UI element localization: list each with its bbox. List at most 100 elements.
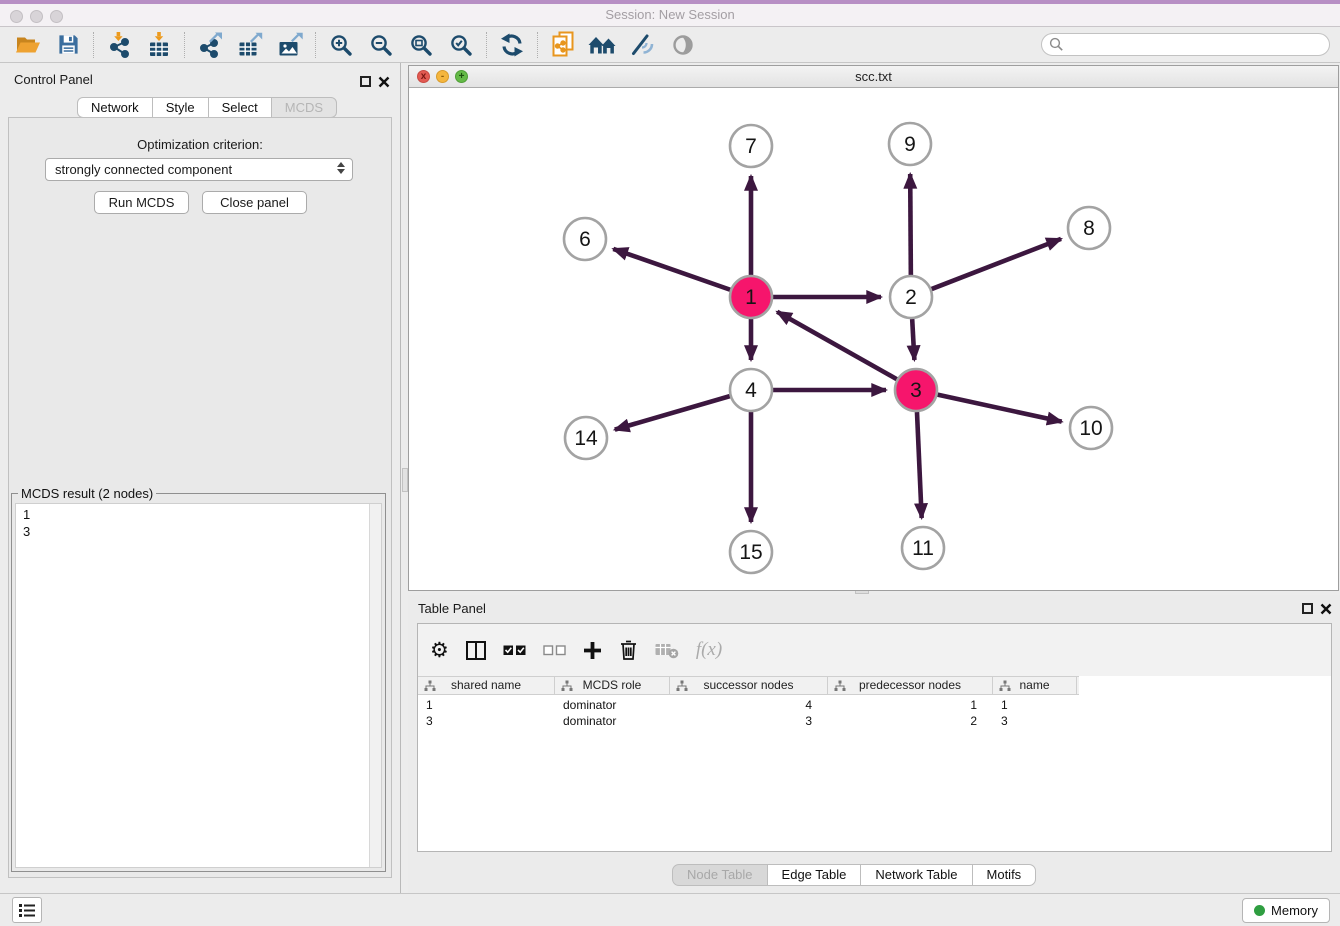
svg-text:7: 7	[745, 135, 757, 158]
graph-node-7[interactable]: 7	[730, 125, 772, 167]
mcds-result-area[interactable]: 13	[15, 503, 382, 868]
unselect-all-columns-icon[interactable]	[543, 643, 566, 657]
svg-text:15: 15	[739, 541, 762, 564]
graph-node-4[interactable]: 4	[730, 369, 772, 411]
home-layout-icon[interactable]	[583, 29, 623, 61]
optimization-criterion-select[interactable]: strongly connected component	[45, 158, 353, 181]
search-input[interactable]	[1064, 37, 1329, 52]
toolbar-separator	[93, 32, 94, 58]
delete-table-icon[interactable]	[655, 641, 679, 659]
import-table-icon[interactable]	[139, 29, 179, 61]
result-scrollbar[interactable]	[369, 504, 381, 867]
save-session-icon[interactable]	[48, 29, 88, 61]
select-all-columns-icon[interactable]	[503, 643, 526, 657]
run-mcds-button[interactable]: Run MCDS	[94, 191, 189, 214]
tab-edge-table[interactable]: Edge Table	[767, 864, 862, 886]
mcds-result-line: 3	[23, 523, 374, 540]
function-builder-icon[interactable]: f(x)	[696, 639, 722, 661]
table-cell[interactable]: 1	[993, 697, 1077, 713]
zoom-out-icon[interactable]	[361, 29, 401, 61]
table-cell[interactable]: 1	[418, 697, 555, 713]
graph-node-15[interactable]: 15	[730, 531, 772, 573]
network-window-titlebar[interactable]: x - + scc.txt	[409, 66, 1338, 88]
navigator-eye-icon[interactable]	[663, 29, 703, 61]
graph-node-14[interactable]: 14	[565, 417, 607, 459]
table-cell[interactable]: 2	[828, 713, 993, 729]
table-cell[interactable]: 3	[418, 713, 555, 729]
column-header-shared-name[interactable]: shared name	[418, 677, 555, 694]
network-canvas[interactable]: 1 2 3 4 6 7 8 9 10 11 14 15	[409, 88, 1338, 590]
close-panel-button[interactable]: Close panel	[202, 191, 307, 214]
graph-edge-2-9[interactable]	[910, 174, 911, 275]
import-network-icon[interactable]	[99, 29, 139, 61]
table-row[interactable]: 1dominator411	[418, 697, 1331, 713]
tab-select[interactable]: Select	[208, 97, 272, 118]
task-history-button[interactable]	[12, 897, 42, 923]
table-cell[interactable]: 3	[670, 713, 828, 729]
column-header-name[interactable]: name	[993, 677, 1077, 694]
graph-node-10[interactable]: 10	[1070, 407, 1112, 449]
optimization-criterion-label: Optimization criterion:	[9, 137, 391, 152]
table-settings-gear-icon[interactable]: ⚙	[430, 640, 449, 661]
graph-node-1[interactable]: 1	[730, 276, 772, 318]
table-cell[interactable]: 1	[828, 697, 993, 713]
float-panel-icon[interactable]	[360, 76, 371, 87]
zoom-in-icon[interactable]	[321, 29, 361, 61]
refresh-view-icon[interactable]	[492, 29, 532, 61]
graph-node-8[interactable]: 8	[1068, 207, 1110, 249]
export-image-icon[interactable]	[270, 29, 310, 61]
tab-node-table[interactable]: Node Table	[672, 864, 768, 886]
tab-style[interactable]: Style	[152, 97, 209, 118]
add-column-icon[interactable]	[583, 641, 602, 660]
list-icon	[19, 903, 35, 918]
column-header-predecessor-nodes[interactable]: predecessor nodes	[828, 677, 993, 694]
clone-network-icon[interactable]	[543, 29, 583, 61]
close-panel-icon[interactable]	[378, 76, 390, 88]
zoom-fit-icon[interactable]	[401, 29, 441, 61]
column-type-icon	[834, 680, 846, 692]
tab-motifs[interactable]: Motifs	[972, 864, 1037, 886]
graph-node-2[interactable]: 2	[890, 276, 932, 318]
column-type-icon	[424, 680, 436, 692]
close-panel-icon[interactable]	[1320, 603, 1332, 615]
graph-edge-1-6[interactable]	[613, 249, 730, 290]
graph-edge-4-14[interactable]	[615, 396, 730, 429]
graph-edge-2-3[interactable]	[912, 319, 914, 360]
mcds-result-group: MCDS result (2 nodes) 13	[11, 486, 386, 872]
export-network-icon[interactable]	[190, 29, 230, 61]
float-panel-icon[interactable]	[1302, 603, 1313, 614]
mcds-result-title: MCDS result (2 nodes)	[18, 486, 156, 501]
graph-edge-2-8[interactable]	[932, 239, 1062, 289]
open-session-icon[interactable]	[8, 29, 48, 61]
hide-graphics-details-icon[interactable]	[623, 29, 663, 61]
column-header-mcds-role[interactable]: MCDS role	[555, 677, 670, 694]
column-header-successor-nodes[interactable]: successor nodes	[670, 677, 828, 694]
network-view-window: x - + scc.txt 1 2 3 4 6 7 8 9 10 11 14 15	[408, 65, 1339, 591]
table-row[interactable]: 3dominator323	[418, 713, 1331, 729]
table-cell[interactable]: dominator	[555, 697, 670, 713]
export-table-icon[interactable]	[230, 29, 270, 61]
svg-text:11: 11	[912, 537, 934, 560]
table-cell[interactable]: 3	[993, 713, 1077, 729]
delete-column-trash-icon[interactable]	[619, 639, 638, 661]
network-graph[interactable]: 1 2 3 4 6 7 8 9 10 11 14 15	[409, 88, 1338, 590]
svg-text:8: 8	[1083, 217, 1095, 240]
tab-network-table[interactable]: Network Table	[860, 864, 972, 886]
graph-node-3[interactable]: 3	[895, 369, 937, 411]
vertical-splitter[interactable]	[400, 63, 408, 893]
mcds-tab-content: Optimization criterion: strongly connect…	[8, 117, 392, 878]
graph-edge-3-10[interactable]	[937, 395, 1061, 422]
graph-node-11[interactable]: 11	[902, 527, 944, 569]
table-cell[interactable]: dominator	[555, 713, 670, 729]
zoom-selected-icon[interactable]	[441, 29, 481, 61]
graph-edge-3-1[interactable]	[777, 312, 897, 379]
status-bar: Memory	[0, 893, 1340, 926]
graph-node-6[interactable]: 6	[564, 218, 606, 260]
table-cell[interactable]: 4	[670, 697, 828, 713]
graph-node-9[interactable]: 9	[889, 123, 931, 165]
tab-mcds[interactable]: MCDS	[271, 97, 337, 118]
show-columns-icon[interactable]	[466, 641, 486, 660]
graph-edge-3-11[interactable]	[917, 412, 922, 518]
memory-button[interactable]: Memory	[1242, 898, 1330, 923]
tab-network[interactable]: Network	[77, 97, 153, 118]
